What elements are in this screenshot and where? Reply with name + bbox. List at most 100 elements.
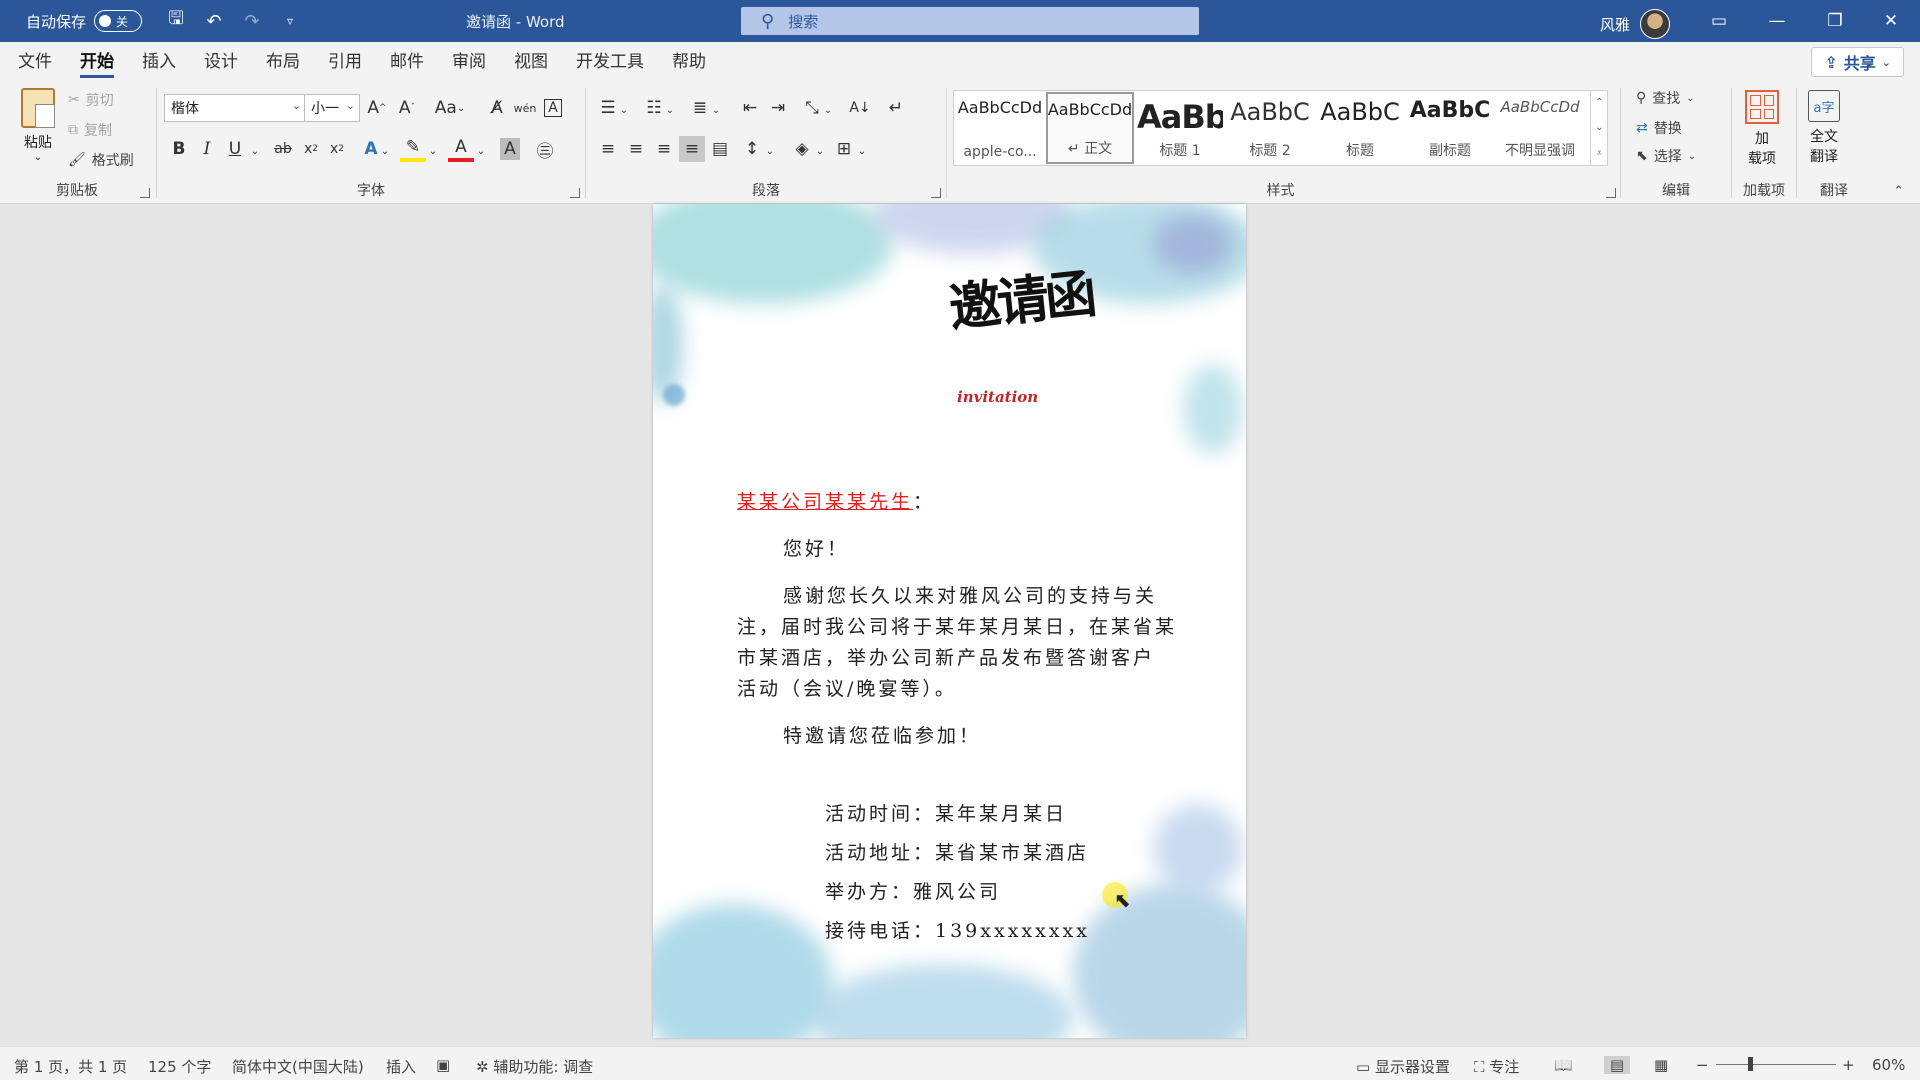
autosave-toggle[interactable]: 关 [94,10,143,32]
search-box[interactable]: ⚲ 搜索 [741,7,1199,35]
font-color-dropdown-icon[interactable]: ⌄ [468,138,494,164]
align-right-icon[interactable]: ≡ [651,136,677,162]
zoom-out-icon[interactable]: − [1696,1056,1709,1074]
line-spacing-dropdown-icon[interactable]: ⌄ [757,138,783,164]
italic-icon[interactable]: I [194,136,220,162]
style-item-1[interactable]: AaBbCcDd ↵ 正文 [1046,92,1134,164]
highlight-dropdown-icon[interactable]: ⌄ [420,138,446,164]
tab-1[interactable]: 开始 [66,42,128,82]
tab-4[interactable]: 布局 [252,42,314,82]
character-border-icon[interactable]: A [540,95,566,121]
gallery-down-icon[interactable]: ⌄ [1595,122,1603,133]
increase-indent-icon[interactable]: ⇥ [765,95,791,121]
style-item-2[interactable]: AaBb 标题 1 [1136,92,1224,164]
strikethrough-icon[interactable]: ab [270,136,296,162]
style-item-6[interactable]: AaBbCcDd 不明显强调 [1496,92,1584,164]
zoom-level[interactable]: 60% [1872,1056,1905,1074]
font-size-combo[interactable]: 小一 ⌄ [304,94,360,122]
style-item-5[interactable]: AaBbC 副标题 [1406,92,1494,164]
clipboard-launcher-icon[interactable] [140,188,150,198]
zoom-slider[interactable] [1716,1064,1836,1065]
replace-button[interactable]: ⇄ 替换 [1636,118,1682,138]
style-item-0[interactable]: AaBbCcDd apple-co... [956,92,1044,164]
minimize-icon[interactable]: — [1748,0,1806,42]
tab-10[interactable]: 帮助 [658,42,720,82]
tab-9[interactable]: 开发工具 [562,42,658,82]
font-launcher-icon[interactable] [570,188,580,198]
subscript-icon[interactable]: x2 [298,136,324,162]
superscript-icon[interactable]: x2 [324,136,350,162]
style-item-4[interactable]: AaBbC 标题 [1316,92,1404,164]
bullets-dropdown-icon[interactable]: ⌄ [611,97,637,123]
accessibility-status[interactable]: ✲ 辅助功能: 调查 [476,1056,593,1077]
distributed-icon[interactable]: ▤ [707,136,733,162]
autosave[interactable]: 自动保存 关 [26,10,143,32]
page-count[interactable]: 第 1 页，共 1 页 [14,1056,127,1077]
redo-icon[interactable]: ↷ [240,11,264,32]
save-icon[interactable]: 🖫 [164,6,188,36]
text-effects-dropdown-icon[interactable]: ⌄ [372,138,398,164]
language[interactable]: 简体中文(中国大陆) [232,1056,364,1077]
font-name-combo[interactable]: 楷体 ⌄ [164,94,306,122]
underline-dropdown-icon[interactable]: ⌄ [242,138,268,164]
sort-icon[interactable]: A↓ [847,95,873,121]
align-left-icon[interactable]: ≡ [595,136,621,162]
cut-button[interactable]: ✂ 剪切 [68,90,114,110]
multilevel-dropdown-icon[interactable]: ⌄ [703,97,729,123]
tab-0[interactable]: 文件 [4,42,66,82]
zoom-in-icon[interactable]: + [1842,1056,1855,1074]
select-button[interactable]: ⬉ 选择 ⌄ [1636,146,1696,166]
insert-mode[interactable]: 插入 [386,1056,416,1077]
styles-gallery[interactable]: AaBbCcDd apple-co... AaBbCcDd ↵ 正文 AaBb 标题 1A… [953,90,1608,166]
avatar[interactable] [1640,9,1671,39]
clear-formatting-icon[interactable]: A̸ [484,95,510,121]
display-settings[interactable]: ▭ 显示器设置 [1356,1056,1450,1077]
decrease-indent-icon[interactable]: ⇤ [737,95,763,121]
format-painter-button[interactable]: 🖌 格式刷 [68,150,134,170]
customize-qat-icon[interactable]: ▿ [278,14,302,28]
styles-launcher-icon[interactable] [1606,188,1616,198]
shading-dropdown-icon[interactable]: ⌄ [807,138,833,164]
enclose-characters-icon[interactable]: ㊂ [532,136,558,162]
text-direction-dropdown-icon[interactable]: ⌄ [815,97,841,123]
paragraph-launcher-icon[interactable] [931,188,941,198]
align-center-icon[interactable]: ≡ [623,136,649,162]
borders-dropdown-icon[interactable]: ⌄ [849,138,875,164]
find-button[interactable]: ⚲ 查找 ⌄ [1636,88,1695,108]
share-button[interactable]: ⇪ 共享 ⌄ [1811,47,1904,77]
zoom-slider-thumb[interactable] [1748,1057,1753,1071]
restore-icon[interactable]: ❐ [1806,0,1864,42]
paste-button[interactable]: 粘贴 ⌄ [18,88,58,172]
show-marks-icon[interactable]: ↵ [883,95,909,121]
addins-button[interactable]: 加 载项 [1745,90,1779,168]
styles-scroll[interactable]: ⌃ ⌄ ⩡ [1590,90,1608,166]
style-item-3[interactable]: AaBbC 标题 2 [1226,92,1314,164]
tab-5[interactable]: 引用 [314,42,376,82]
copy-button[interactable]: ⧉ 复制 [68,120,112,140]
bold-icon[interactable]: B [166,136,192,162]
document-area[interactable]: 邀请函 invitation 某某公司某某先生： 您好！ 感谢您长久以来对雅风公… [0,204,1920,1046]
tab-6[interactable]: 邮件 [376,42,438,82]
shrink-font-icon[interactable]: Aˇ [394,95,420,121]
read-mode-icon[interactable]: 📖 [1554,1056,1573,1074]
tab-3[interactable]: 设计 [190,42,252,82]
ribbon-display-options-icon[interactable]: ▭ [1690,0,1748,42]
undo-icon[interactable]: ↶ [202,11,226,32]
grow-font-icon[interactable]: A ^ [364,95,390,121]
collapse-ribbon-icon[interactable]: ⌃ [1893,184,1904,199]
user-account[interactable]: 风雅 [1600,9,1671,39]
tab-7[interactable]: 审阅 [438,42,500,82]
web-layout-icon[interactable]: ▦ [1654,1056,1668,1074]
close-icon[interactable]: ✕ [1862,0,1920,42]
print-layout-icon[interactable]: ▤ [1604,1056,1631,1074]
translate-button[interactable]: a字 全文 翻译 [1808,90,1840,166]
phonetic-guide-icon[interactable]: wén [512,95,538,121]
document-page[interactable]: 邀请函 invitation 某某公司某某先生： 您好！ 感谢您长久以来对雅风公… [653,204,1246,1038]
character-shading-icon[interactable]: A [500,138,520,160]
track-icon[interactable]: ▣ [436,1056,450,1074]
change-case-icon[interactable]: Aa ⌄ [430,95,470,121]
justify-icon[interactable]: ≡ [679,136,705,162]
word-count[interactable]: 125 个字 [148,1056,211,1077]
tab-8[interactable]: 视图 [500,42,562,82]
gallery-up-icon[interactable]: ⌃ [1595,97,1603,108]
